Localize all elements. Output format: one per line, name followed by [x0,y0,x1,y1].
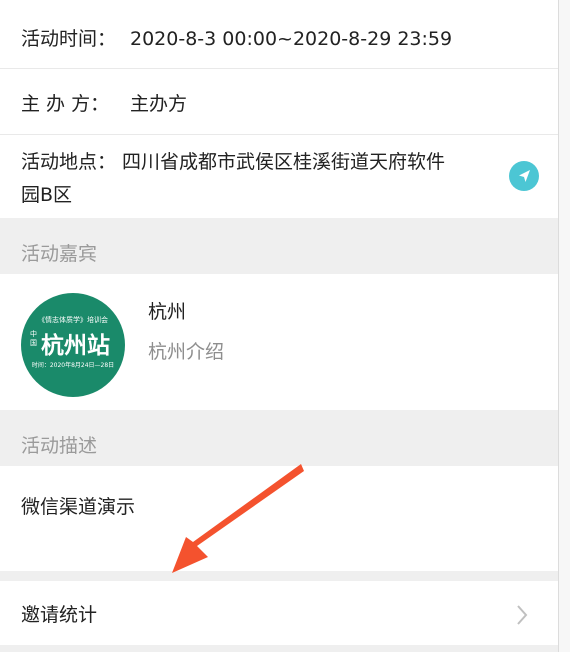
annotation-arrow [172,464,304,573]
arrow-shape [172,464,304,573]
